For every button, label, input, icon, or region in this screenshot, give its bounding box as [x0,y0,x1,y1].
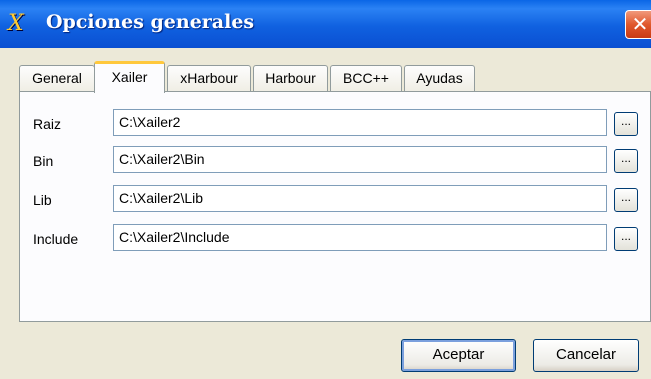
close-button[interactable]: ✕ [625,10,651,39]
lib-browse-button[interactable]: ... [614,188,638,212]
lib-path-input[interactable]: C:\Xailer2\Lib [113,185,607,212]
bin-label: Bin [33,153,54,169]
raiz-browse-button[interactable]: ... [614,112,638,136]
accept-button[interactable]: Aceptar [401,339,516,372]
raiz-label: Raiz [33,116,62,132]
tab-general[interactable]: General [19,65,95,91]
tab-xailer[interactable]: Xailer [94,61,165,93]
lib-label: Lib [33,192,52,208]
bin-path-input[interactable]: C:\Xailer2\Bin [113,146,607,173]
include-label: Include [33,231,79,247]
close-icon: ✕ [631,12,649,36]
cancel-button[interactable]: Cancelar [533,339,639,372]
window-title: Opciones generales [46,11,255,33]
include-browse-button[interactable]: ... [614,227,638,251]
options-dialog: X Opciones generales ✕ General Xailer xH… [0,0,651,379]
tab-harbour[interactable]: Harbour [253,65,328,91]
title-bar[interactable]: X Opciones generales [0,0,651,48]
tab-xharbour[interactable]: xHarbour [167,65,251,91]
bin-browse-button[interactable]: ... [614,149,638,173]
tab-ayudas[interactable]: Ayudas [404,65,475,91]
raiz-path-input[interactable]: C:\Xailer2 [113,109,607,136]
app-icon: X [8,11,24,36]
tab-bcc[interactable]: BCC++ [330,65,402,91]
include-path-input[interactable]: C:\Xailer2\Include [113,224,607,251]
